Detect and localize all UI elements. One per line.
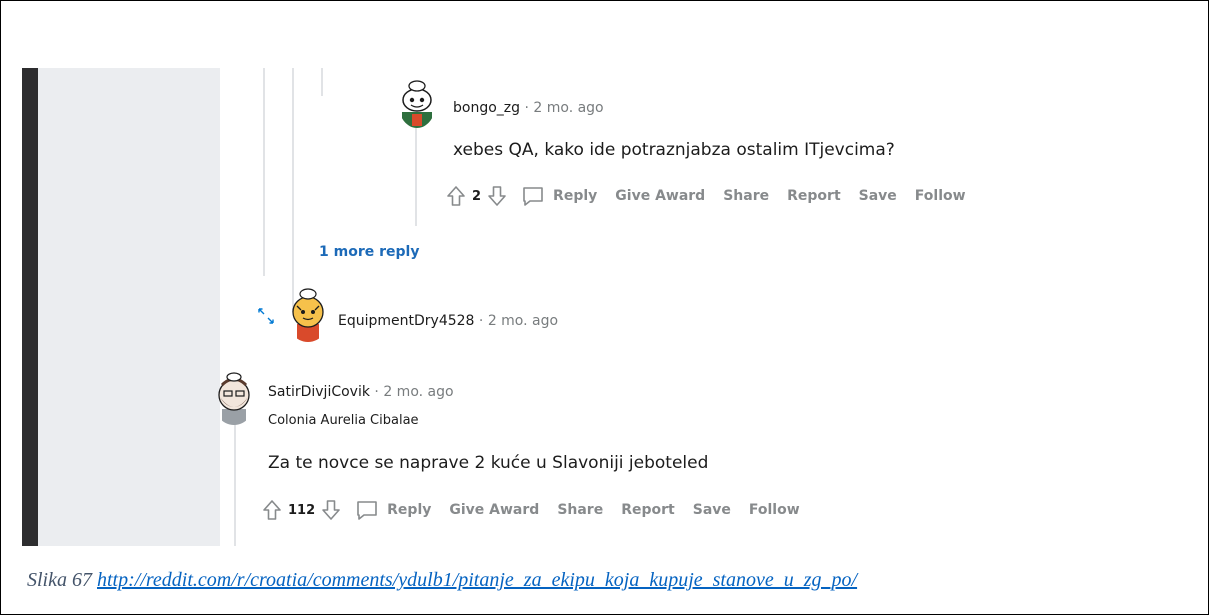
comment-body: Za te novce se naprave 2 kuće u Slavonij…	[268, 453, 709, 473]
follow-button[interactable]: Follow	[749, 502, 800, 518]
left-dark-bar	[22, 68, 38, 546]
timestamp[interactable]: 2 mo. ago	[488, 313, 558, 329]
tiger-avatar-icon	[292, 288, 324, 342]
caption-link[interactable]: http://reddit.com/r/croatia/comments/ydu…	[97, 569, 857, 591]
meta-separator: ·	[524, 100, 529, 116]
meta-separator: ·	[478, 313, 484, 329]
report-button[interactable]: Report	[621, 502, 675, 518]
reddit-comments-screenshot: bongo_zg · 2 mo. ago xebes QA, kako ide …	[22, 68, 1200, 546]
timestamp[interactable]: 2 mo. ago	[533, 100, 603, 116]
more-replies-link[interactable]: 1 more reply	[319, 244, 419, 260]
reply-button[interactable]: Reply	[387, 502, 431, 518]
avatar[interactable]	[212, 371, 256, 425]
downvote-icon[interactable]	[487, 185, 507, 207]
timestamp[interactable]: 2 mo. ago	[383, 384, 453, 400]
username[interactable]: EquipmentDry4528	[338, 313, 474, 329]
comment-meta: EquipmentDry4528 · 2 mo. ago	[338, 313, 558, 329]
comment-body: xebes QA, kako ide potraznjabza ostalim …	[453, 140, 895, 160]
thread-line[interactable]	[321, 68, 323, 96]
comment-meta: bongo_zg · 2 mo. ago	[453, 100, 604, 116]
comment-meta: SatirDivjiCovik · 2 mo. ago	[268, 384, 454, 400]
avatar[interactable]	[285, 286, 331, 342]
score: 2	[472, 188, 482, 204]
thread-line[interactable]	[263, 68, 265, 276]
save-button[interactable]: Save	[859, 188, 897, 204]
upvote-icon[interactable]	[446, 185, 466, 207]
follow-button[interactable]: Follow	[915, 188, 966, 204]
expand-icon[interactable]	[256, 306, 276, 331]
give-award-button[interactable]: Give Award	[615, 188, 705, 204]
comment-actions: 112 Reply Give Award Share Report Save F…	[262, 495, 800, 525]
comment-bubble-icon[interactable]	[521, 184, 545, 208]
thread-line[interactable]	[234, 412, 236, 546]
thread-line[interactable]	[292, 68, 294, 312]
bearded-avatar-icon	[218, 372, 250, 425]
meta-separator: ·	[374, 384, 379, 400]
left-gray-panel	[38, 68, 220, 546]
comment-actions: 2 Reply Give Award Share Report Save Fol…	[446, 181, 966, 211]
reply-button[interactable]: Reply	[553, 188, 597, 204]
share-button[interactable]: Share	[557, 502, 603, 518]
downvote-icon[interactable]	[321, 499, 341, 521]
save-button[interactable]: Save	[693, 502, 731, 518]
figure-caption: Slika 67 http://reddit.com/r/croatia/com…	[27, 569, 857, 592]
caption-label: Slika 67	[27, 569, 92, 591]
snoo-avatar-icon	[402, 80, 432, 128]
user-flair: Colonia Aurelia Cibalae	[268, 413, 419, 428]
share-button[interactable]: Share	[723, 188, 769, 204]
username[interactable]: bongo_zg	[453, 100, 520, 116]
avatar[interactable]	[398, 78, 436, 128]
username[interactable]: SatirDivjiCovik	[268, 384, 370, 400]
thread-line[interactable]	[415, 120, 417, 226]
score: 112	[288, 502, 316, 518]
upvote-icon[interactable]	[262, 499, 282, 521]
report-button[interactable]: Report	[787, 188, 841, 204]
comment-bubble-icon[interactable]	[355, 498, 379, 522]
give-award-button[interactable]: Give Award	[449, 502, 539, 518]
